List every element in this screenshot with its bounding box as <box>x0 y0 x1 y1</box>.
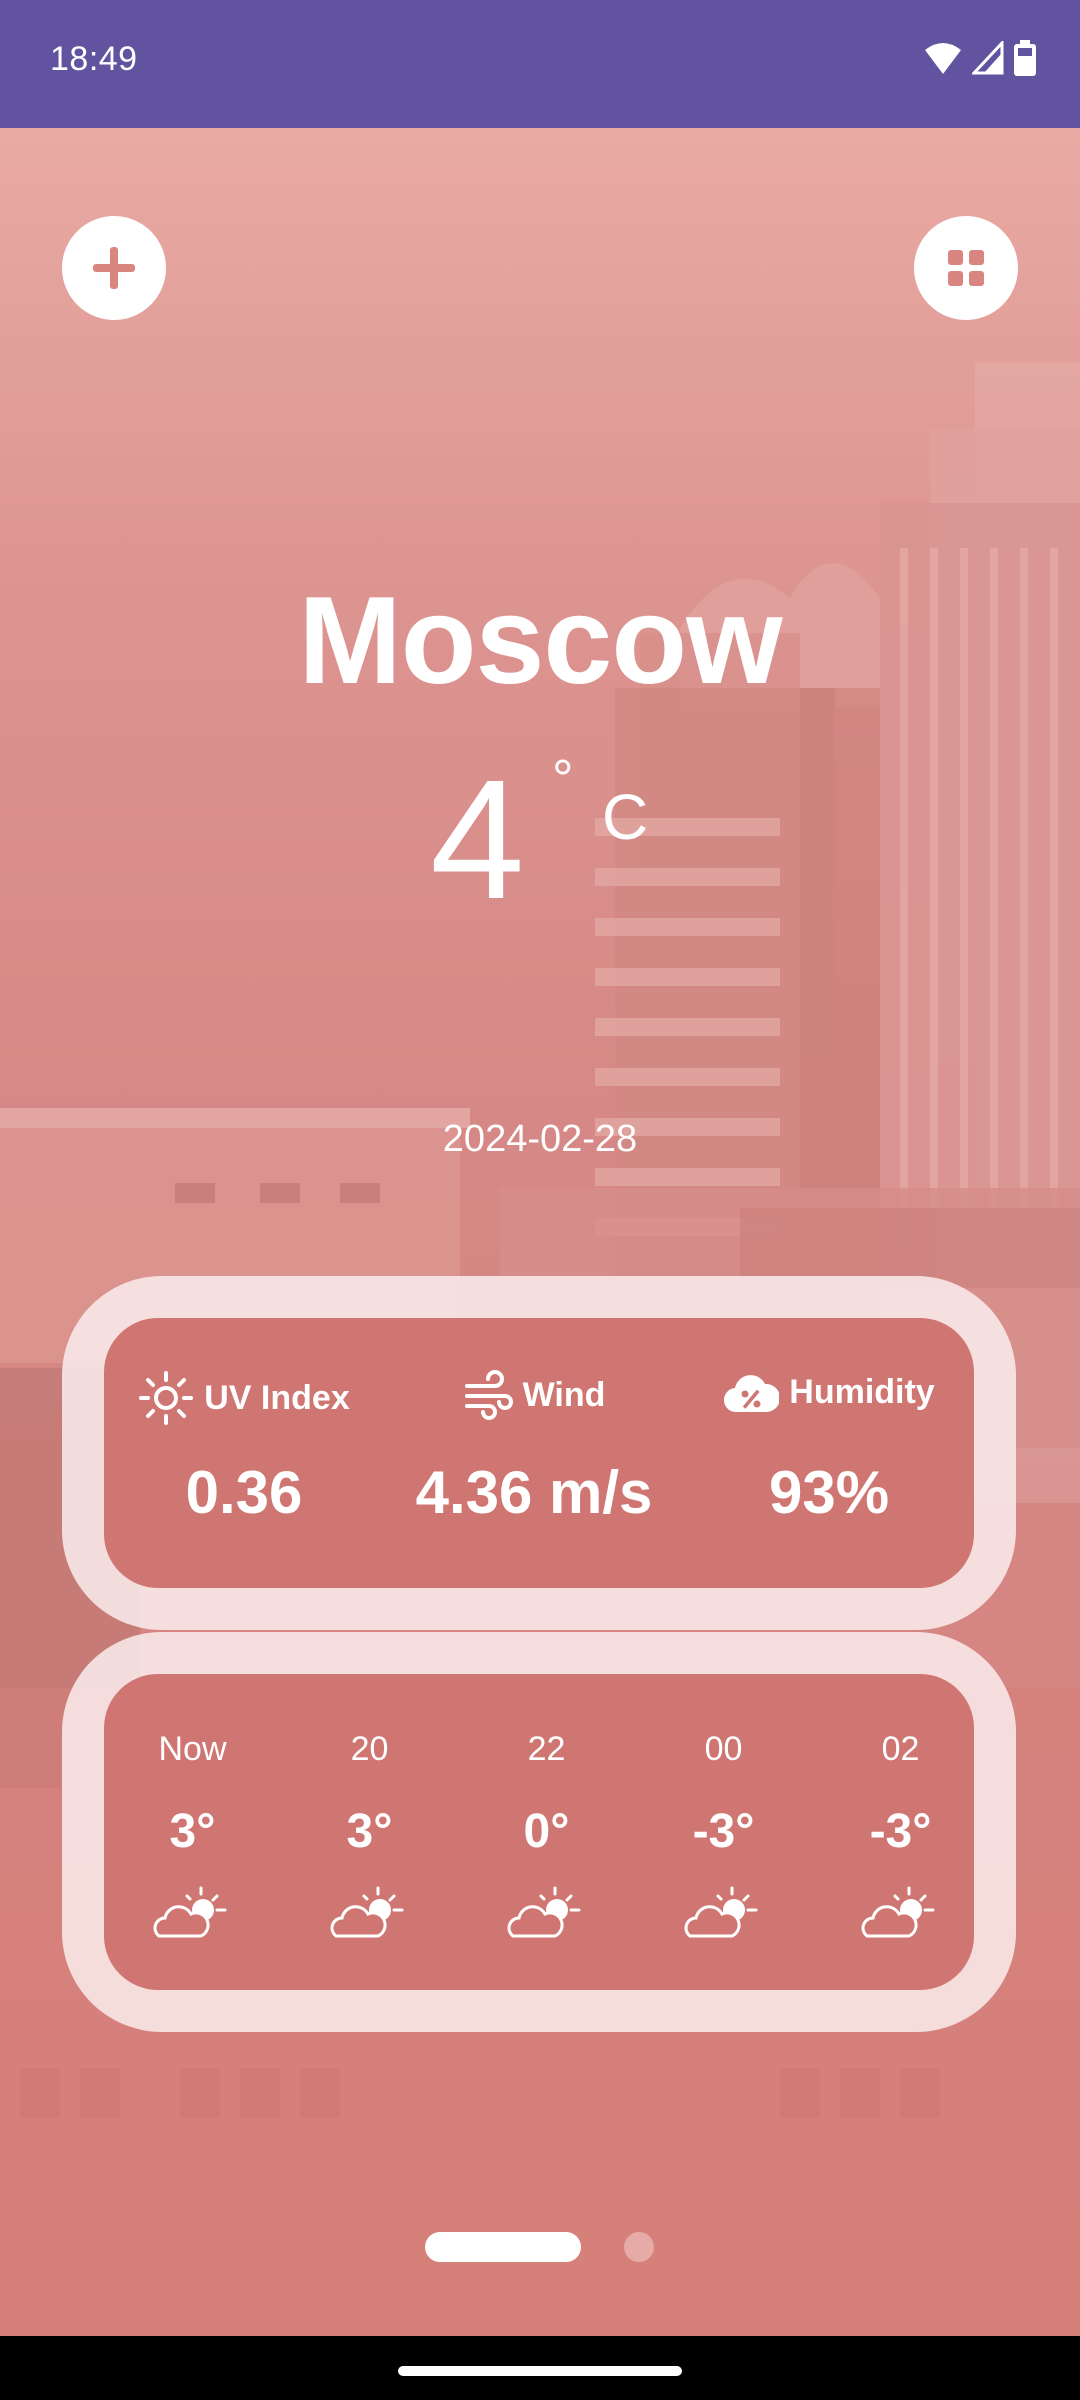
signal-icon <box>972 41 1004 75</box>
stat-value: 4.36 m/s <box>415 1459 653 1526</box>
stat-label: Wind <box>522 1375 606 1414</box>
degree-symbol: ° <box>552 749 574 809</box>
sun-icon <box>139 1371 194 1425</box>
status-icons <box>924 40 1036 76</box>
plus-icon <box>93 247 135 289</box>
hour-label: 00 <box>704 1730 743 1768</box>
hourly-item: 20 3° <box>281 1674 458 1990</box>
hour-temperature: 0° <box>523 1805 570 1858</box>
temperature-value: 4 <box>430 745 525 935</box>
page-indicator-dot[interactable] <box>624 2232 654 2262</box>
stat-uv-index: UV Index 0.36 <box>104 1318 384 1588</box>
temperature-unit: C <box>602 781 649 853</box>
forecast-date: 2024-02-28 <box>442 1118 638 1160</box>
stat-wind: Wind 4.36 m/s <box>384 1318 684 1588</box>
hourly-forecast-card: Now 3° 20 3° 22 0° 00 -3° 02 -3° <box>62 1632 1016 2032</box>
hourly-item: Now 3° <box>104 1674 281 1990</box>
partly-cloudy-icon <box>861 1886 934 1938</box>
wind-icon <box>464 1370 513 1420</box>
partly-cloudy-icon <box>507 1886 580 1938</box>
hour-label: 22 <box>527 1730 566 1768</box>
partly-cloudy-icon <box>153 1886 226 1938</box>
cloud-percent-icon <box>724 1375 780 1413</box>
city-name: Moscow <box>298 572 782 710</box>
stat-label: UV Index <box>204 1378 350 1417</box>
hour-temperature: 3° <box>346 1805 393 1858</box>
current-temperature: 4 ° C <box>0 740 1080 940</box>
grid-view-button[interactable] <box>914 216 1018 320</box>
stat-humidity: Humidity 93% <box>684 1318 974 1588</box>
wifi-icon <box>925 43 961 74</box>
grid-icon <box>948 250 984 286</box>
home-gesture-handle[interactable] <box>398 2366 682 2376</box>
hour-temperature: -3° <box>692 1805 755 1858</box>
hourly-forecast-inner: Now 3° 20 3° 22 0° 00 -3° 02 -3° <box>104 1674 974 1990</box>
hourly-item: 00 -3° <box>635 1674 812 1990</box>
stat-label: Humidity <box>789 1372 935 1411</box>
partly-cloudy-icon <box>684 1886 757 1938</box>
stat-value: 0.36 <box>185 1459 303 1526</box>
partly-cloudy-icon <box>330 1886 403 1938</box>
stats-card-inner: UV Index 0.36 Wind 4.36 m/s Humidity 93% <box>104 1318 974 1588</box>
stats-card: UV Index 0.36 Wind 4.36 m/s Humidity 93% <box>62 1276 1016 1630</box>
status-bar: 18:49 <box>0 0 1080 128</box>
navigation-bar <box>0 2336 1080 2400</box>
add-city-button[interactable] <box>62 216 166 320</box>
page-indicator-active[interactable] <box>425 2232 581 2262</box>
status-time: 18:49 <box>50 40 138 78</box>
hour-temperature: -3° <box>869 1805 932 1858</box>
hour-label: 20 <box>350 1730 389 1768</box>
stat-value: 93% <box>768 1459 890 1526</box>
hourly-item: 22 0° <box>458 1674 635 1990</box>
hour-label: 02 <box>881 1730 920 1768</box>
hour-label: Now <box>158 1730 227 1768</box>
hour-temperature: 3° <box>169 1805 216 1858</box>
battery-icon <box>1014 40 1036 76</box>
hourly-item: 02 -3° <box>812 1674 989 1990</box>
